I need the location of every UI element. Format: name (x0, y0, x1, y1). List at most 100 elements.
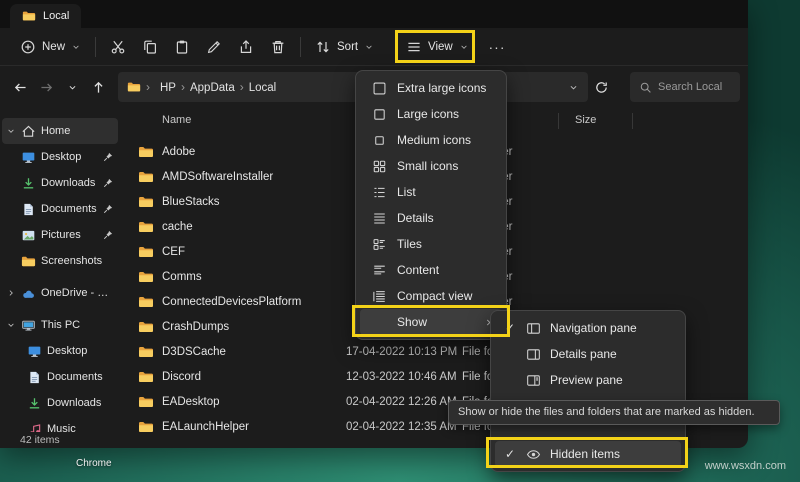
sidebar-item-desktop[interactable]: Desktop (2, 338, 118, 364)
file-name: BlueStacks (162, 196, 220, 208)
pin-icon (102, 203, 114, 215)
taskbar-chrome-label: Chrome (76, 458, 112, 469)
search-input[interactable]: Search Local (630, 72, 740, 102)
copy-button[interactable] (134, 32, 166, 62)
chevron-icon[interactable] (6, 320, 16, 330)
show-submenu-item-details-pane[interactable]: ✓ Details pane (495, 341, 681, 367)
sidebar-item-documents[interactable]: Documents (2, 196, 118, 222)
show-submenu-item-hidden-items[interactable]: ✓ Hidden items (495, 441, 681, 467)
cut-button[interactable] (102, 32, 134, 62)
view-button[interactable]: View (398, 32, 477, 62)
file-name: CrashDumps (162, 321, 229, 333)
view-menu-item-tiles[interactable]: Tiles (360, 231, 502, 257)
sidebar-item-documents[interactable]: Documents (2, 364, 118, 390)
view-menu-item-large-icons[interactable]: Large icons (360, 101, 502, 127)
sidebar-item-onedrive-perso[interactable]: OneDrive - Perso (2, 280, 118, 306)
back-arrow-icon (13, 80, 28, 95)
back-button[interactable] (8, 74, 33, 100)
more-options-button[interactable]: ··· (482, 32, 512, 62)
forward-arrow-icon (39, 80, 54, 95)
show-submenu-item-preview-pane[interactable]: ✓ Preview pane (495, 367, 681, 393)
chevron-icon[interactable] (6, 288, 16, 298)
trash-icon (270, 39, 286, 55)
explorer-tab[interactable]: Local (10, 4, 81, 28)
rename-icon (206, 39, 222, 55)
menu-item-label: Medium icons (397, 133, 473, 147)
view-menu-item-medium-icons[interactable]: Medium icons (360, 127, 502, 153)
refresh-button[interactable] (589, 74, 614, 100)
picture-icon (21, 228, 36, 243)
breadcrumb-item-hp[interactable]: HP (155, 82, 181, 94)
sidebar-item-home[interactable]: Home (2, 118, 118, 144)
sidebar-item-pictures[interactable]: Pictures (2, 222, 118, 248)
sidebar-item-label: Home (41, 125, 114, 137)
toolbar-divider (300, 37, 301, 57)
show-submenu-item-navigation-pane[interactable]: ✓ Navigation pane (495, 315, 681, 341)
delete-button[interactable] (262, 32, 294, 62)
view-menu-item-compact-view[interactable]: Compact view (360, 283, 502, 309)
music-icon (27, 422, 42, 433)
view-menu-item-list[interactable]: List (360, 179, 502, 205)
sidebar-item-label: Documents (47, 371, 114, 383)
pc-icon (21, 318, 36, 333)
recent-locations-button[interactable] (60, 74, 85, 100)
pin-icon (102, 229, 114, 241)
forward-button[interactable] (34, 74, 59, 100)
sidebar-item-label: Pictures (41, 229, 97, 241)
sidebar-item-this-pc[interactable]: This PC (2, 312, 118, 338)
scissors-icon (110, 39, 126, 55)
share-icon (238, 39, 254, 55)
check-icon: ✓ (505, 321, 517, 335)
share-button[interactable] (230, 32, 262, 62)
file-name: Discord (162, 371, 201, 383)
new-button[interactable]: New (12, 32, 89, 62)
column-header-name[interactable]: Name (162, 114, 191, 126)
file-name: Adobe (162, 146, 195, 158)
more-options-icon: ··· (489, 39, 506, 55)
folder-icon (138, 294, 154, 310)
file-date-modified: 02-04-2022 12:35 AM (346, 421, 457, 433)
rename-button[interactable] (198, 32, 230, 62)
sidebar-item-downloads[interactable]: Downloads (2, 170, 118, 196)
sidebar-item-label: Downloads (41, 177, 97, 189)
file-name: EALaunchHelper (162, 421, 249, 433)
sidebar-item-label: Desktop (47, 345, 114, 357)
titlebar[interactable]: Local (0, 0, 748, 28)
view-menu-item-details[interactable]: Details (360, 205, 502, 231)
address-dropdown-icon[interactable] (568, 82, 579, 93)
column-header-size[interactable]: Size (575, 114, 596, 126)
document-icon (21, 202, 36, 217)
menu-item-label: List (397, 185, 473, 199)
address-input[interactable]: › HP›AppData›Local (118, 72, 588, 102)
folder-icon (138, 169, 154, 185)
cloud-icon (21, 286, 36, 301)
paste-button[interactable] (166, 32, 198, 62)
sidebar-item-label: OneDrive - Perso (41, 287, 114, 299)
view-menu-item-content[interactable]: Content (360, 257, 502, 283)
sidebar-item-desktop[interactable]: Desktop (2, 144, 118, 170)
folder-icon (21, 254, 36, 269)
home-icon (21, 124, 36, 139)
folder-icon (138, 269, 154, 285)
sidebar-item-music[interactable]: Music (2, 416, 118, 432)
sidebar-item-label: Documents (41, 203, 97, 215)
new-button-label: New (42, 41, 65, 53)
file-name: EADesktop (162, 396, 220, 408)
breadcrumb-item-appdata[interactable]: AppData (185, 82, 240, 94)
column-divider[interactable] (632, 113, 633, 129)
view-menu-item-show[interactable]: Show (360, 309, 502, 335)
view-menu-item-extra-large-icons[interactable]: Extra large icons (360, 75, 502, 101)
file-date-modified: 17-04-2022 10:13 PM (346, 346, 457, 358)
menu-item-label: Tiles (397, 237, 473, 251)
up-button[interactable] (86, 74, 111, 100)
breadcrumb-item-local[interactable]: Local (244, 82, 282, 94)
submenu-item-label: Hidden items (550, 447, 620, 461)
check-icon: ✓ (505, 447, 517, 461)
sort-button[interactable]: Sort (307, 32, 382, 62)
sidebar-item-downloads[interactable]: Downloads (2, 390, 118, 416)
view-menu-item-small-icons[interactable]: Small icons (360, 153, 502, 179)
chevron-icon[interactable] (6, 126, 16, 136)
column-divider[interactable] (558, 113, 559, 129)
folder-icon (138, 394, 154, 410)
sidebar-item-screenshots[interactable]: Screenshots (2, 248, 118, 274)
